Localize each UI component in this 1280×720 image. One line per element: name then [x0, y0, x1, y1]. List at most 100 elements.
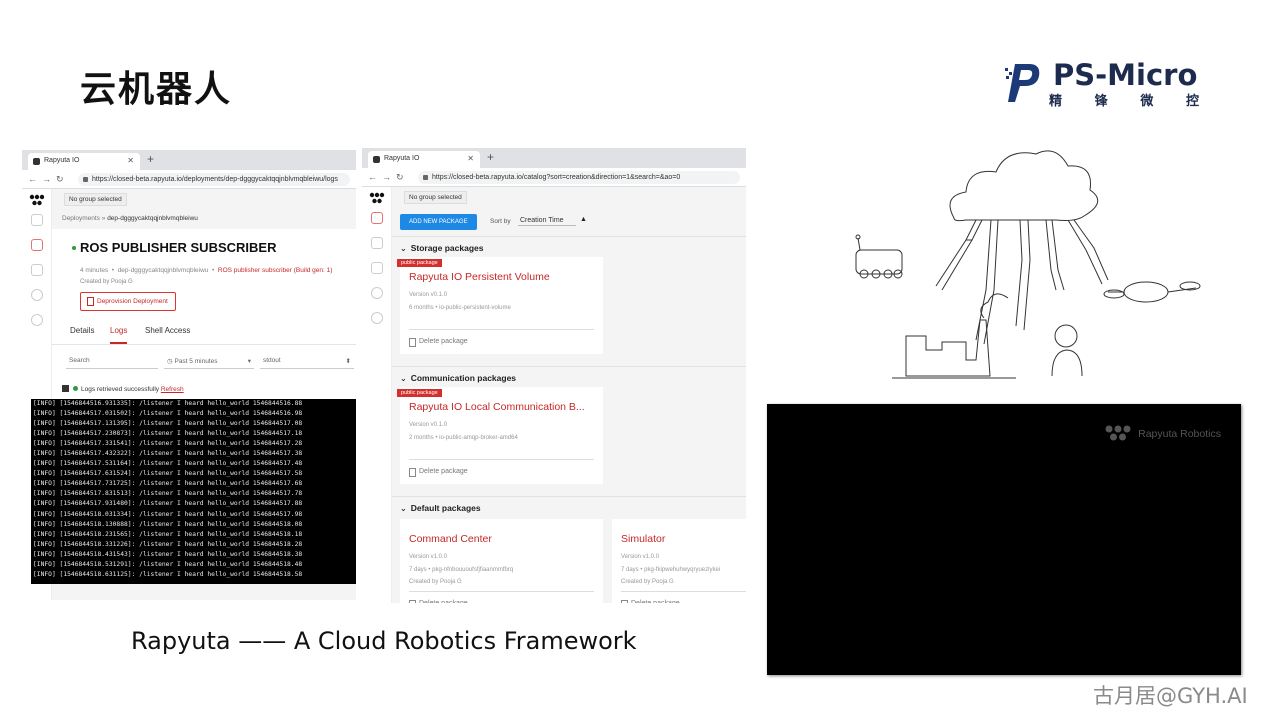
address-bar[interactable]: https://closed-beta.rapyuta.io/deploymen… [78, 173, 350, 186]
delete-package-button[interactable]: Delete package [409, 329, 594, 347]
tab-bar: Rapyuta IO ✕ + [22, 150, 356, 170]
log-console[interactable]: [INFO] [1546844516.931335]: /listener I … [31, 399, 356, 584]
log-filters: Search ◷ Past 5 minutes ▾ stdout ⬍ [52, 345, 356, 379]
add-new-package-button[interactable]: ADD NEW PACKAGE [400, 214, 477, 230]
log-line: [INFO] [1546844517.131395]: /listener I … [33, 420, 303, 428]
delete-package-button[interactable]: Delete package [409, 591, 594, 603]
settings-icon[interactable] [31, 289, 43, 301]
factory-icon [892, 293, 1016, 379]
package-version: Version v1.0.0 [409, 554, 448, 560]
browser-window-catalog: Rapyuta IO ✕ + ←→↻ https://closed-beta.r… [362, 148, 746, 603]
lock-icon [83, 177, 88, 182]
nav-buttons[interactable]: ←→↻ [28, 174, 69, 185]
section-title[interactable]: Storage packages [400, 243, 484, 253]
logo-sub-char: 微 [1140, 94, 1154, 109]
ps-micro-logo-icon [1005, 64, 1040, 102]
stream-filter-value: stdout [263, 357, 281, 364]
package-version: Version v0.1.0 [409, 292, 448, 298]
delete-package-button[interactable]: Delete package [621, 591, 746, 603]
package-card[interactable]: Command Center Version v1.0.0 7 days • p… [400, 519, 603, 603]
package-meta: 2 months • io-public-amqp-broker-amd64 [409, 435, 518, 441]
package-version: Version v0.1.0 [409, 422, 448, 428]
deprovision-button[interactable]: Deprovision Deployment [80, 292, 176, 311]
tab-details[interactable]: Details [70, 326, 94, 335]
tab-shell-access[interactable]: Shell Access [145, 326, 190, 335]
time-filter-value: Past 5 minutes [174, 358, 218, 365]
tab-title: Rapyuta IO [44, 157, 80, 164]
package-name[interactable]: Simulator [621, 533, 665, 545]
created-by: Created by Pooja G [80, 279, 133, 285]
log-line: [INFO] [1546844517.230873]: /listener I … [33, 430, 303, 438]
nav-buttons[interactable]: ←→↻ [368, 172, 409, 183]
sort-label: Sort by [490, 218, 511, 225]
url-text: https://closed-beta.rapyuta.io/deploymen… [92, 176, 338, 183]
group-selector[interactable]: No group selected [64, 193, 127, 206]
log-line: [INFO] [1546844517.931480]: /listener I … [33, 500, 303, 508]
deployment-title: ROS PUBLISHER SUBSCRIBER [80, 240, 277, 255]
main-content: No group selected ADD NEW PACKAGE Sort b… [392, 187, 746, 603]
address-bar-row: ←→↻ https://closed-beta.rapyuta.io/catal… [362, 168, 746, 187]
log-line: [INFO] [1546844517.331541]: /listener I … [33, 440, 303, 448]
stream-filter-select[interactable]: stdout ⬍ [260, 355, 354, 369]
status-dot-icon [72, 246, 76, 250]
package-card[interactable]: Simulator Version v1.0.0 7 days • pkg-fk… [612, 519, 746, 603]
devices-icon[interactable] [31, 264, 43, 276]
package-card[interactable]: public package Rapyuta IO Local Communic… [397, 387, 603, 484]
delete-package-button[interactable]: Delete package [409, 459, 594, 477]
new-tab-icon[interactable]: + [487, 150, 494, 164]
cloud-icon [949, 150, 1099, 222]
package-name[interactable]: Rapyuta IO Local Communication B... [409, 401, 585, 413]
package-name[interactable]: Rapyuta IO Persistent Volume [409, 271, 550, 283]
settings-icon[interactable] [371, 287, 383, 299]
log-line: [INFO] [1546844518.331226]: /listener I … [33, 540, 303, 548]
cloud-robotics-illustration [855, 150, 1201, 379]
tab-logs[interactable]: Logs [110, 326, 128, 344]
group-selector[interactable]: No group selected [404, 191, 467, 204]
rapyuta-logo-icon[interactable] [369, 192, 385, 204]
video-player[interactable]: Rapyuta Robotics [767, 404, 1241, 675]
browser-tab[interactable]: Rapyuta IO ✕ [28, 153, 140, 170]
favicon-icon [33, 158, 40, 165]
catalog-icon[interactable] [371, 212, 383, 224]
refresh-link[interactable]: Refresh [161, 386, 184, 393]
public-ribbon: public package [397, 259, 442, 267]
log-status: Logs retrieved successfully Refresh [52, 379, 356, 399]
package-meta: 7 days • pkg-fkipwehuhwyqryuezlykei [621, 567, 721, 573]
devices-icon[interactable] [371, 262, 383, 274]
breadcrumb-root[interactable]: Deployments [62, 215, 100, 222]
log-line: [INFO] [1546844517.531164]: /listener I … [33, 460, 303, 468]
package-link[interactable]: ROS publisher subscriber (Build gen: 1) [218, 267, 333, 274]
section-title[interactable]: Communication packages [400, 373, 516, 383]
address-bar[interactable]: https://closed-beta.rapyuta.io/catalog?s… [418, 171, 740, 184]
drone-icon [1103, 281, 1201, 303]
log-line: [INFO] [1546844518.031334]: /listener I … [33, 510, 303, 518]
public-ribbon: public package [397, 389, 442, 397]
logo-sub-char: 精 [1049, 94, 1063, 109]
package-card[interactable]: public package Rapyuta IO Persistent Vol… [397, 257, 603, 354]
checkbox-icon[interactable] [62, 385, 69, 392]
section-communication: Communication packages public package Ra… [392, 366, 746, 496]
search-input[interactable]: Search [66, 355, 158, 369]
rapyuta-logo-icon[interactable] [29, 194, 45, 206]
package-name[interactable]: Command Center [409, 533, 492, 545]
close-tab-icon[interactable]: ✕ [127, 156, 134, 165]
logo-sub-char: 控 [1185, 94, 1199, 109]
log-line: [INFO] [1546844518.231565]: /listener I … [33, 530, 303, 538]
close-tab-icon[interactable]: ✕ [467, 154, 474, 163]
logo-subtitle: 精 锋 微 控 [1049, 90, 1199, 109]
watermark: 古月居@GYH.AI [1093, 684, 1248, 708]
cloud-icon[interactable] [371, 237, 383, 249]
users-icon[interactable] [371, 312, 383, 324]
sort-direction-icon[interactable]: ▲ [580, 216, 587, 223]
new-tab-icon[interactable]: + [147, 152, 154, 166]
sort-select[interactable]: Creation Time [518, 216, 576, 226]
section-title[interactable]: Default packages [400, 503, 481, 513]
catalog-icon[interactable] [31, 214, 43, 226]
users-icon[interactable] [31, 314, 43, 326]
browser-tab[interactable]: Rapyuta IO ✕ [368, 151, 480, 168]
tab-title: Rapyuta IO [384, 155, 420, 162]
time-filter-select[interactable]: ◷ Past 5 minutes ▾ [164, 355, 254, 369]
tab-bar: Rapyuta IO ✕ + [362, 148, 746, 168]
cloud-icon[interactable] [31, 239, 43, 251]
package-version: Version v1.0.0 [621, 554, 660, 560]
